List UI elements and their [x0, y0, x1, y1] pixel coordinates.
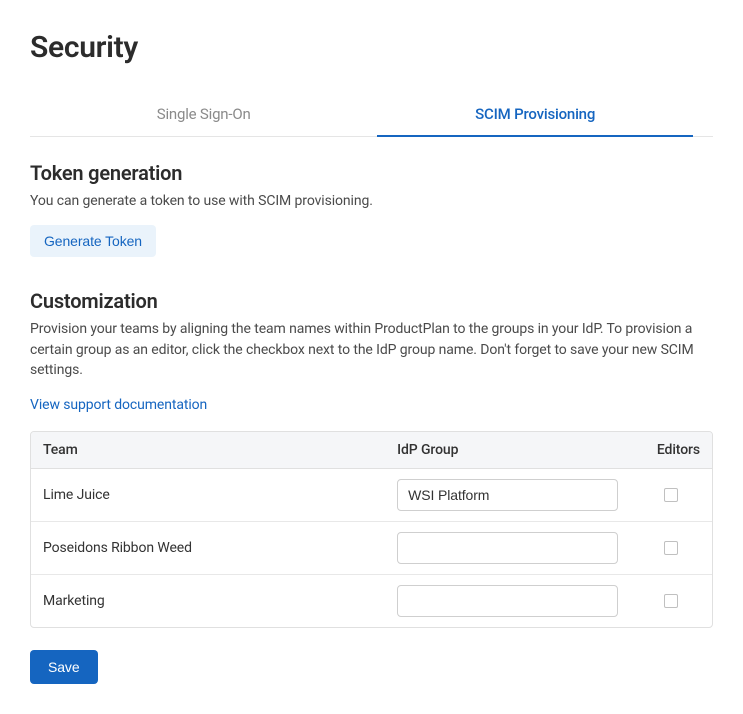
editors-checkbox[interactable]: [664, 488, 678, 502]
customization-desc: Provision your teams by aligning the tea…: [30, 319, 713, 380]
team-name-cell: Marketing: [31, 575, 385, 627]
idp-group-input[interactable]: [397, 585, 618, 617]
support-documentation-link[interactable]: View support documentation: [30, 397, 207, 413]
tab-scim-provisioning[interactable]: SCIM Provisioning: [377, 95, 693, 137]
table-row: Lime Juice: [31, 469, 712, 522]
token-generation-section: Token generation You can generate a toke…: [30, 161, 713, 257]
table-row: Poseidons Ribbon Weed: [31, 522, 712, 575]
editors-checkbox[interactable]: [664, 594, 678, 608]
save-button[interactable]: Save: [30, 650, 98, 684]
table-header-team: Team: [31, 432, 385, 469]
customization-title: Customization: [30, 289, 713, 313]
customization-section: Customization Provision your teams by al…: [30, 289, 713, 684]
idp-group-input[interactable]: [397, 532, 618, 564]
customization-table: Team IdP Group Editors Lime Juice Poseid…: [30, 431, 713, 628]
editors-checkbox[interactable]: [664, 541, 678, 555]
team-name-cell: Poseidons Ribbon Weed: [31, 522, 385, 575]
team-name-cell: Lime Juice: [31, 469, 385, 522]
table-row: Marketing: [31, 575, 712, 627]
tabs: Single Sign-On SCIM Provisioning: [30, 95, 713, 137]
table-header-idp: IdP Group: [385, 432, 630, 469]
tab-single-sign-on[interactable]: Single Sign-On: [30, 95, 377, 137]
generate-token-button[interactable]: Generate Token: [30, 225, 156, 257]
table-header-editors: Editors: [630, 432, 712, 469]
idp-group-input[interactable]: [397, 479, 618, 511]
token-generation-desc: You can generate a token to use with SCI…: [30, 191, 713, 211]
token-generation-title: Token generation: [30, 161, 713, 185]
page-title: Security: [30, 30, 713, 65]
